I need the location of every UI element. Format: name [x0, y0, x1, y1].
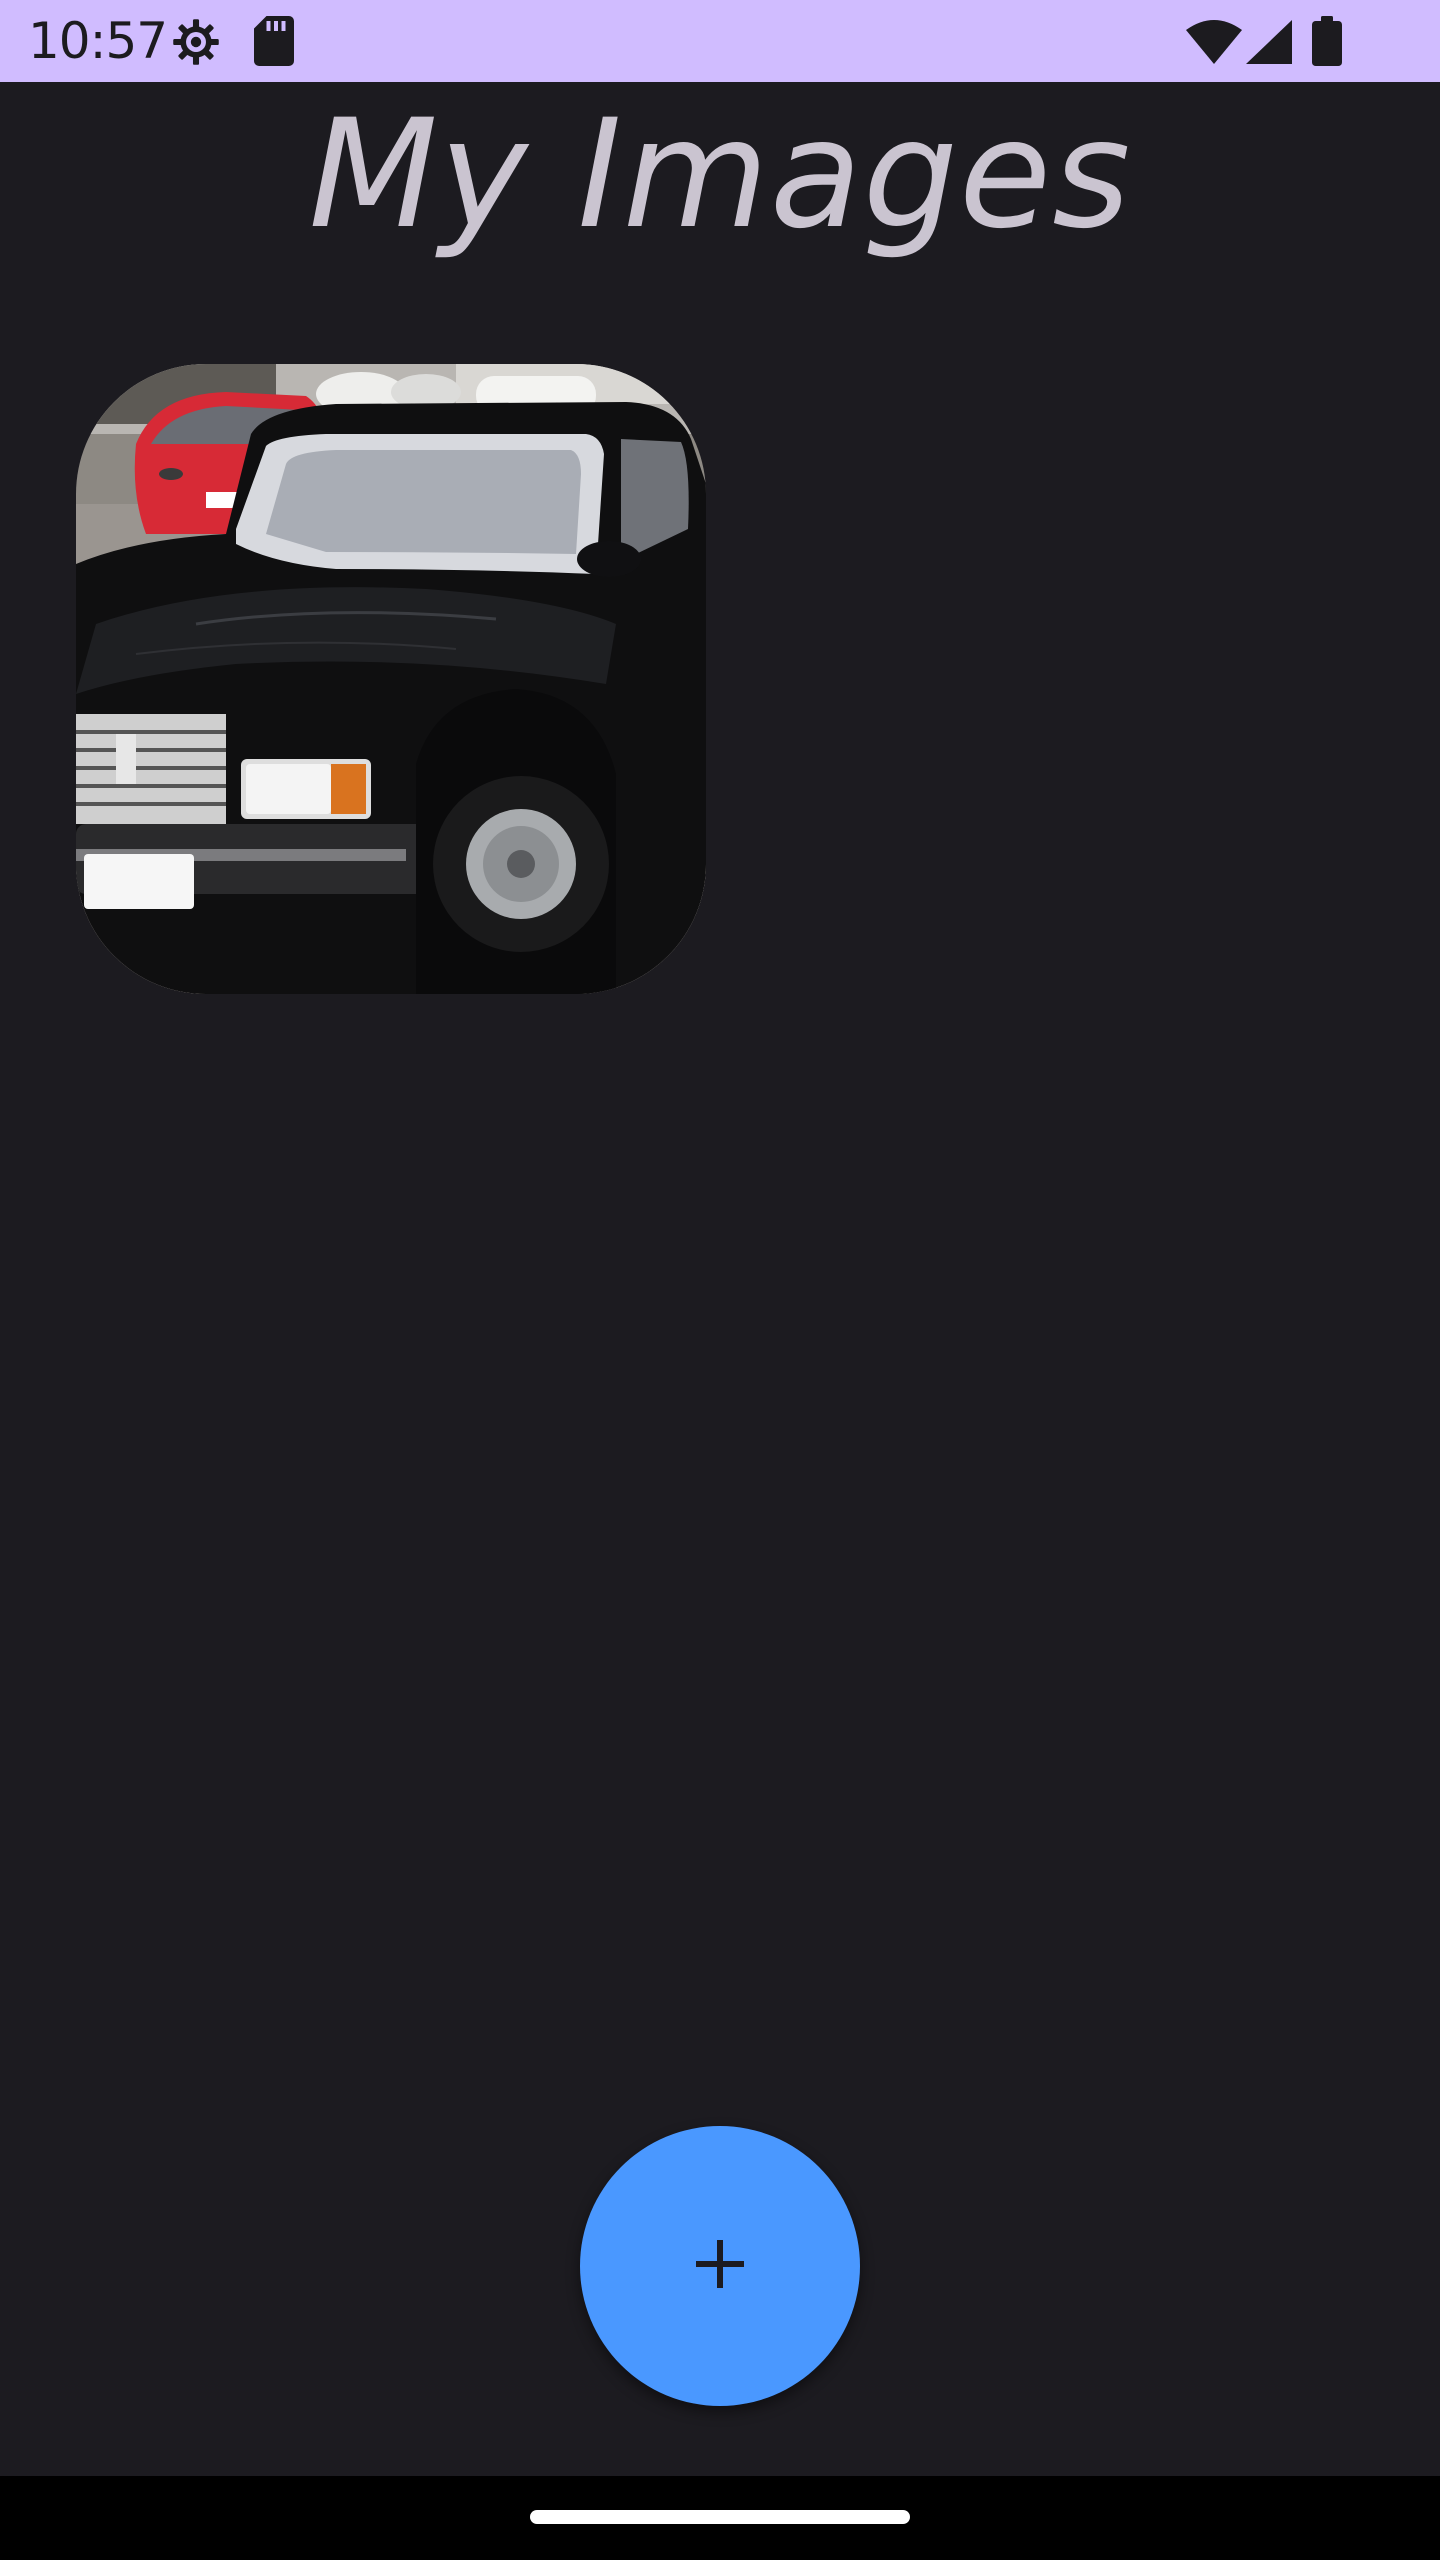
sd-card-icon	[254, 16, 294, 70]
page-title: My Images	[308, 88, 1132, 262]
home-gesture-handle[interactable]	[530, 2510, 910, 2524]
car-photo	[76, 364, 706, 994]
status-time: 10:57	[28, 12, 168, 70]
system-nav-bar	[0, 2476, 1440, 2560]
wifi-icon	[1186, 20, 1242, 68]
plus-icon	[692, 2236, 748, 2296]
gallery-image-tile[interactable]	[76, 364, 706, 994]
add-image-fab[interactable]	[580, 2126, 860, 2406]
settings-gear-icon	[170, 16, 222, 72]
status-bar: 10:57	[0, 0, 1440, 82]
app-screen: 10:57 My Images	[0, 0, 1440, 2560]
battery-icon	[1312, 16, 1342, 70]
cell-signal-icon	[1246, 20, 1292, 68]
